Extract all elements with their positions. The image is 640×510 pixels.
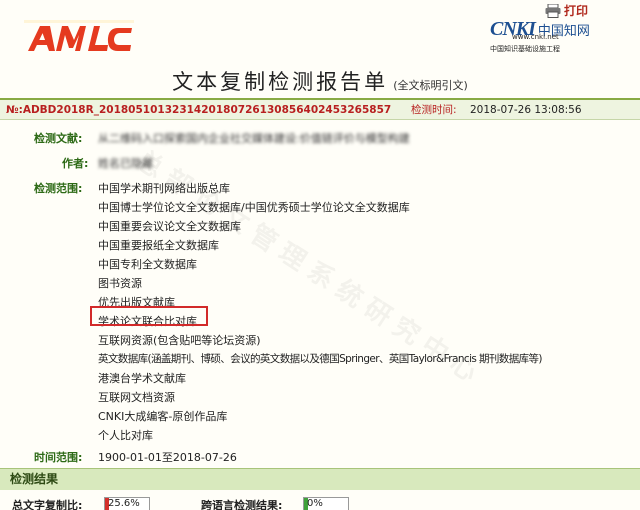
document-value: 从二维码入口探索国内企业社交媒体建设:价值链评价与模型构建 — [98, 132, 410, 145]
total-copy-bar: 25.6% — [104, 497, 150, 510]
scope-item: 中国重要报纸全文数据库 — [98, 239, 219, 252]
total-copy-value: 25.6% — [108, 498, 140, 509]
scope-item: 中国重要会议论文全文数据库 — [98, 220, 241, 233]
scope-label: 检测范围: — [34, 182, 83, 195]
total-copy-label: 总文字复制比: — [12, 499, 83, 510]
cross-lang-value: 0% — [307, 498, 323, 509]
scope-item: 港澳台学术文献库 — [98, 372, 186, 385]
results-section-header: 检测结果 — [0, 468, 640, 490]
scope-item: 个人比对库 — [98, 429, 153, 442]
scope-item: 互联网文档资源 — [98, 391, 175, 404]
scope-item: CNKI大成编客-原创作品库 — [98, 410, 228, 423]
scope-item: 中国学术期刊网络出版总库 — [98, 182, 230, 195]
cnki-url: www.cnki.net — [512, 33, 559, 41]
cross-lang-bar: 0% — [303, 497, 349, 510]
page-title: 文本复制检测报告单 (全文标明引文) — [0, 66, 640, 96]
amlc-logo — [24, 20, 134, 51]
report-id: №:ADBD2018R_2018051013231420180726130856… — [6, 104, 392, 116]
author-value: 姓名已隐藏 — [98, 157, 153, 170]
highlight-box — [90, 306, 208, 326]
print-button[interactable]: 打印 — [545, 2, 588, 19]
print-label: 打印 — [564, 4, 589, 18]
scope-item: 中国博士学位论文全文数据库/中国优秀硕士学位论文全文数据库 — [98, 201, 410, 214]
scope-item: 英文数据库(涵盖期刊、博硕、会议的英文数据以及德国Springer、英国Tayl… — [98, 353, 543, 365]
cnki-logo: CNKI 中国知网 www.cnki.net 中国知识基础设施工程 — [490, 18, 610, 56]
results-summary: 总文字复制比: 25.6% 跨语言检测结果: 0% — [0, 490, 640, 510]
cross-lang-label: 跨语言检测结果: — [201, 499, 283, 510]
scope-item: 中国专利全文数据库 — [98, 258, 197, 271]
timerange-value: 1900-01-01至2018-07-26 — [98, 451, 237, 464]
timerange-label: 时间范围: — [34, 451, 83, 464]
scope-item: 互联网资源(包含贴吧等论坛资源) — [98, 334, 261, 347]
printer-icon — [545, 3, 561, 18]
scope-item: 图书资源 — [98, 277, 142, 290]
document-label: 检测文献: — [34, 132, 83, 145]
cnki-subtitle: 中国知识基础设施工程 — [490, 45, 560, 53]
report-id-bar: №:ADBD2018R_2018051013231420180726130856… — [0, 98, 640, 120]
check-time-label: 检测时间: — [411, 104, 457, 116]
author-label: 作者: — [62, 157, 89, 170]
report-title-suffix: (全文标明引文) — [393, 79, 468, 92]
report-header: 打印 CNKI 中国知网 www.cnki.net 中国知识基础设施工程 文本复… — [0, 0, 640, 96]
report-title: 文本复制检测报告单 — [172, 70, 389, 94]
check-time-value: 2018-07-26 13:08:56 — [470, 104, 582, 116]
